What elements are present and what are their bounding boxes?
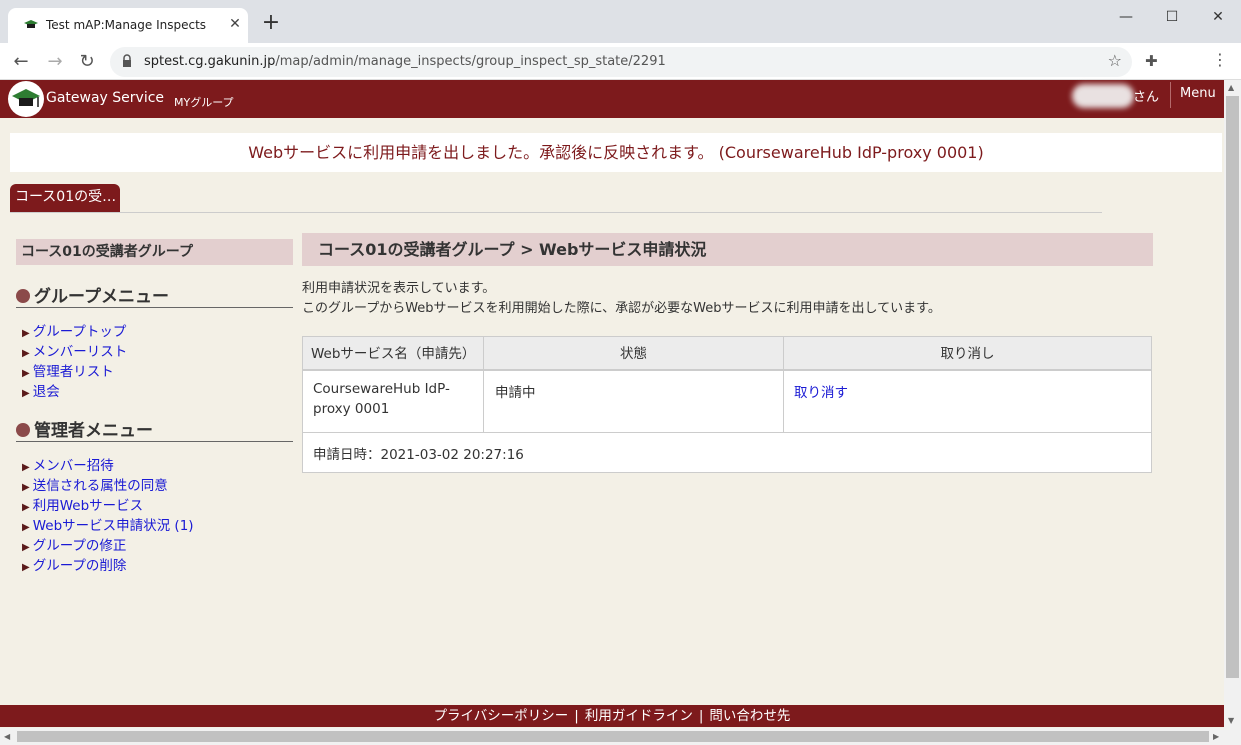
divider: [783, 371, 784, 432]
applied-datetime: 申請日時：2021-03-02 20:27:16: [313, 447, 524, 463]
hexagon-icon: [16, 289, 30, 303]
scroll-right-icon[interactable]: ▶: [1213, 732, 1219, 741]
sidebar-item-group-top[interactable]: ▶ グループトップ: [22, 320, 126, 340]
sidebar-item-leave[interactable]: ▶ 退会: [22, 380, 60, 400]
description-line: このグループからWebサービスを利用開始した際に、承認が必要なWebサービスに利…: [302, 301, 941, 316]
user-name[interactable]: さん: [1133, 86, 1159, 105]
cancel-link[interactable]: 取り消す: [794, 381, 848, 401]
reload-icon[interactable]: ↻: [74, 49, 100, 75]
admin-menu-heading: 管理者メニュー: [16, 416, 293, 442]
triangle-right-icon: ▶: [22, 462, 30, 473]
contact-link[interactable]: 問い合わせ先: [709, 708, 790, 724]
close-window-button[interactable]: ✕: [1204, 6, 1232, 28]
sidebar-group-name: コース01の受講者グループ: [16, 239, 293, 265]
maximize-button[interactable]: ☐: [1158, 6, 1186, 28]
privacy-policy-link[interactable]: プライバシーポリシー: [434, 708, 569, 724]
graduation-cap-icon: [24, 20, 38, 28]
sidebar-item-attribute-consent[interactable]: ▶ 送信される属性の同意: [22, 474, 168, 494]
scroll-down-icon[interactable]: ▼: [1228, 716, 1234, 725]
status-notice: Webサービスに利用申請を出しました。承認後に反映されます。 (Coursewa…: [10, 133, 1222, 172]
back-arrow-icon[interactable]: ←: [8, 49, 34, 75]
service-name-line: proxy 0001: [313, 401, 390, 417]
url-text: sptest.cg.gakunin.jp/map/admin/manage_in…: [144, 54, 666, 69]
address-bar-row: ← → ↻ sptest.cg.gakunin.jp/map/admin/man…: [0, 43, 1241, 80]
url-input[interactable]: sptest.cg.gakunin.jp/map/admin/manage_in…: [110, 47, 1132, 77]
menu-button[interactable]: Menu: [1180, 86, 1216, 101]
usage-guide-link[interactable]: 利用ガイドライン: [585, 708, 693, 724]
divider: [483, 371, 484, 432]
column-header-state: 状態: [484, 337, 784, 371]
extensions-icon[interactable]: ✚: [1145, 52, 1158, 70]
triangle-right-icon: ▶: [22, 522, 30, 533]
tab-title: Test mAP:Manage Inspects: [46, 18, 207, 32]
sidebar-item-web-services[interactable]: ▶ 利用Webサービス: [22, 494, 143, 514]
column-header-cancel: 取り消し: [784, 337, 1151, 371]
vertical-scrollbar-thumb[interactable]: [1226, 96, 1239, 678]
minimize-button[interactable]: —: [1112, 6, 1140, 28]
horizontal-scrollbar-thumb[interactable]: [17, 731, 1209, 742]
divider: [10, 212, 1102, 213]
lock-icon: [123, 54, 131, 67]
browser-tab-strip: Test mAP:Manage Inspects ✕ + — ☐ ✕: [0, 0, 1241, 43]
divider: [303, 432, 1151, 433]
triangle-right-icon: ▶: [22, 502, 30, 513]
sidebar-item-invite[interactable]: ▶ メンバー招待: [22, 454, 114, 474]
application-table: Webサービス名（申請先） 状態 取り消し CoursewareHub IdP-…: [302, 336, 1152, 473]
new-tab-button[interactable]: +: [260, 12, 282, 34]
sidebar-item-admin-list[interactable]: ▶ 管理者リスト: [22, 360, 114, 380]
more-options-icon[interactable]: ⋮: [1212, 50, 1228, 69]
scroll-up-icon[interactable]: ▲: [1228, 83, 1234, 92]
sidebar-item-member-list[interactable]: ▶ メンバーリスト: [22, 340, 127, 360]
bookmark-star-icon[interactable]: ☆: [1108, 51, 1122, 70]
avatar: [1072, 84, 1134, 108]
group-menu-heading: グループメニュー: [16, 282, 293, 308]
divider: |: [574, 708, 579, 724]
tab-close-icon[interactable]: ✕: [226, 15, 244, 33]
logo[interactable]: [8, 81, 44, 117]
site-footer: プライバシーポリシー | 利用ガイドライン | 問い合わせ先: [0, 705, 1224, 727]
triangle-right-icon: ▶: [22, 348, 30, 359]
column-header-service: Webサービス名（申請先）: [303, 337, 484, 371]
triangle-right-icon: ▶: [22, 482, 30, 493]
site-header: Gateway Service MYグループ さん Menu: [0, 80, 1224, 118]
sidebar-item-delete-group[interactable]: ▶ グループの削除: [22, 554, 126, 574]
sidebar-item-edit-group[interactable]: ▶ グループの修正: [22, 534, 126, 554]
logo-text: Gateway Service: [46, 90, 165, 106]
triangle-right-icon: ▶: [22, 388, 30, 399]
scroll-left-icon[interactable]: ◀: [4, 732, 10, 741]
triangle-right-icon: ▶: [22, 562, 30, 573]
description-line: 利用申請状況を表示しています。: [302, 281, 496, 296]
triangle-right-icon: ▶: [22, 368, 30, 379]
service-name-line: CoursewareHub IdP-: [313, 381, 450, 397]
divider: |: [698, 708, 704, 724]
tab-group[interactable]: コース01の受…: [10, 184, 120, 212]
graduation-cap-icon: [12, 89, 40, 107]
hexagon-icon: [16, 423, 30, 437]
page-title: コース01の受講者グループ > Webサービス申請状況: [302, 233, 1153, 266]
triangle-right-icon: ▶: [22, 328, 30, 339]
browser-tab[interactable]: Test mAP:Manage Inspects ✕: [8, 8, 248, 43]
forward-arrow-icon[interactable]: →: [42, 49, 68, 75]
mygroup-link[interactable]: MYグループ: [174, 94, 234, 110]
sidebar-item-application-status[interactable]: ▶ Webサービス申請状況 (1): [22, 514, 194, 534]
divider: [1170, 82, 1171, 108]
triangle-right-icon: ▶: [22, 542, 30, 553]
state-value: 申請中: [495, 385, 536, 401]
